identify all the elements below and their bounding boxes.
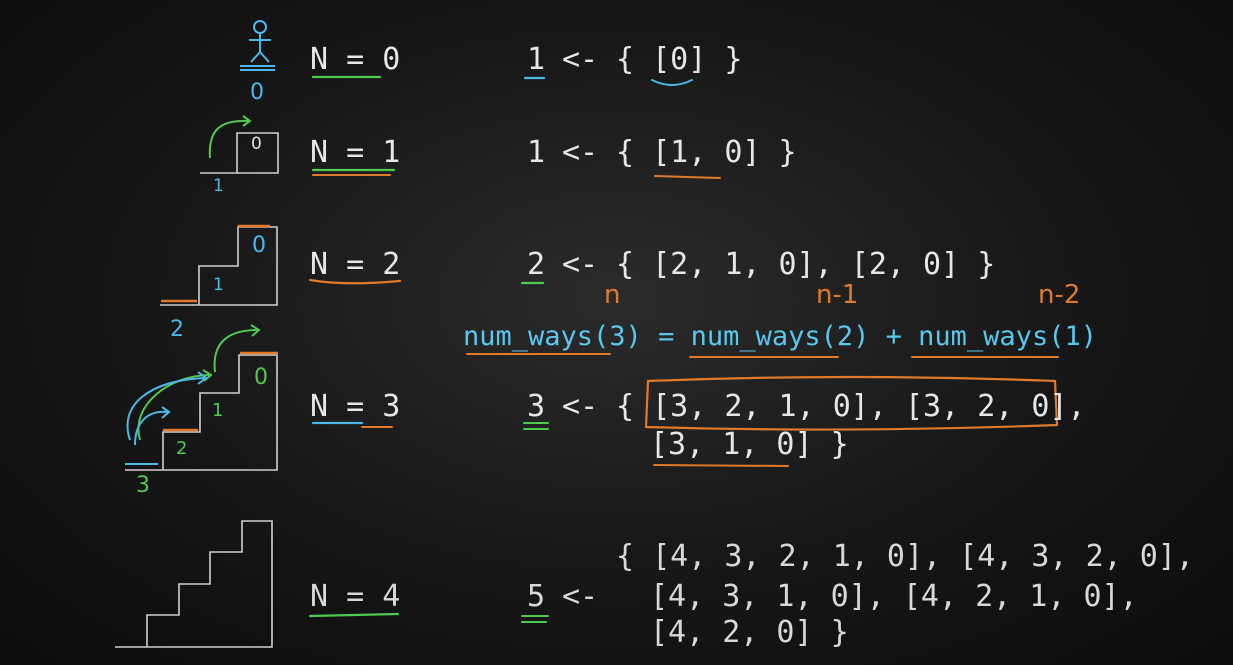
- arrow-symbol: <-: [562, 247, 599, 282]
- path-set: { [4, 3, 2, 1, 0], [4, 3, 2, 0],: [616, 539, 1194, 574]
- n-label: N = 0: [310, 42, 401, 77]
- stair-label: 0: [251, 134, 262, 154]
- stair-label: 0: [252, 233, 266, 258]
- stick-figure-icon: [240, 20, 275, 71]
- stair-label: 0: [250, 80, 264, 105]
- way-count: 1: [527, 42, 546, 77]
- annotation-n: n: [604, 280, 621, 310]
- path-set: [3, 1, 0] }: [650, 427, 849, 462]
- n-label: N = 1: [310, 135, 401, 170]
- climb-arrow-n1: [208, 119, 249, 159]
- way-count: 5: [527, 579, 546, 614]
- way-count: 1: [527, 135, 546, 170]
- arrow-symbol: <-: [562, 42, 599, 77]
- stairs-n4: [115, 520, 273, 648]
- stair-label: 3: [136, 473, 150, 498]
- stair-label: 1: [212, 400, 224, 421]
- stair-label: 1: [213, 176, 224, 196]
- annotation-n-minus-1: n-1: [816, 280, 859, 310]
- arrow-symbol: <-: [562, 389, 599, 424]
- way-count: 3: [527, 389, 546, 424]
- path-set: [4, 3, 1, 0], [4, 2, 1, 0],: [650, 579, 1138, 614]
- arrow-symbol: <-: [562, 579, 599, 614]
- path-set: { [1, 0] }: [616, 135, 797, 170]
- arrow-symbol: <-: [562, 135, 599, 170]
- n-label: N = 3: [310, 389, 401, 424]
- stair-label: 0: [254, 365, 268, 390]
- n-label: N = 4: [310, 579, 401, 614]
- staircase-whiteboard: 0 0 1 0 1 2 0 1 2 3 N = 0 N = 1 N = 2 N …: [0, 0, 1233, 665]
- path-set: { [3, 2, 1, 0], [3, 2, 0],: [616, 389, 1086, 424]
- recurrence-formula: num_ways(3) = num_ways(2) + num_ways(1): [463, 321, 1097, 352]
- path-set: { [2, 1, 0], [2, 0] }: [616, 247, 996, 282]
- path-set: { [0] }: [616, 42, 743, 77]
- path-set: [4, 2, 0] }: [650, 615, 849, 650]
- way-count: 2: [527, 247, 546, 282]
- n-label: N = 2: [310, 247, 401, 282]
- stair-label: 1: [213, 275, 224, 295]
- climb-arrow-n3-b: [213, 329, 259, 373]
- annotation-n-minus-2: n-2: [1038, 280, 1081, 310]
- stair-label: 2: [170, 317, 184, 342]
- stair-label: 2: [176, 438, 188, 459]
